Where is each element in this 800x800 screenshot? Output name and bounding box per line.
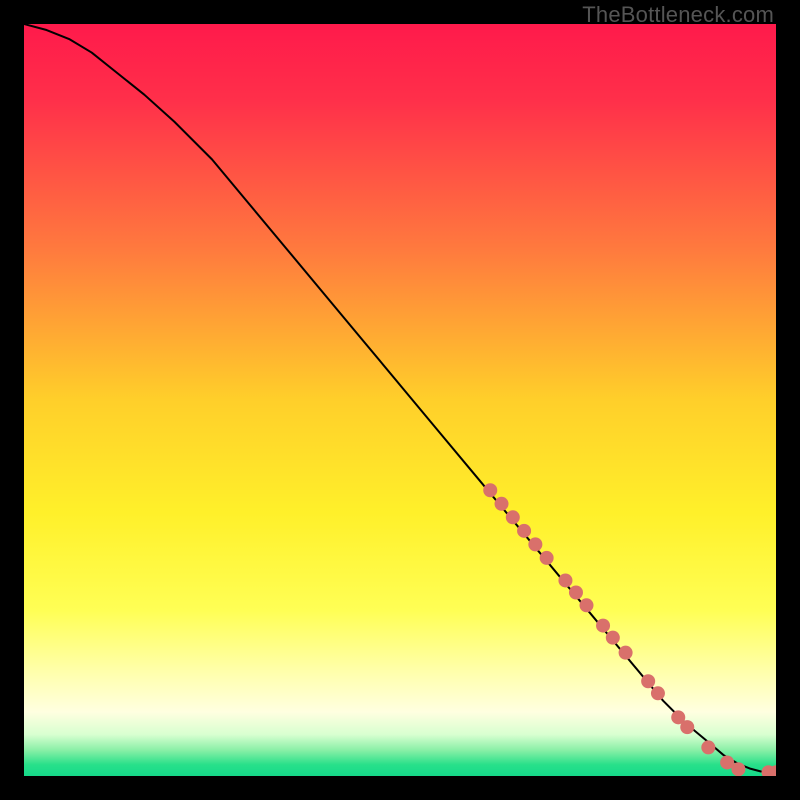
highlight-dot [580, 598, 594, 612]
highlight-dot [731, 762, 745, 776]
highlight-dot [619, 646, 633, 660]
highlight-dot [558, 573, 572, 587]
chart-frame: TheBottleneck.com [0, 0, 800, 800]
highlight-dot [651, 686, 665, 700]
highlight-dot [528, 537, 542, 551]
gradient-background [24, 24, 776, 776]
highlight-dot [641, 674, 655, 688]
highlight-dot [701, 740, 715, 754]
highlight-dot [680, 720, 694, 734]
highlight-dot [506, 510, 520, 524]
highlight-dot [540, 551, 554, 565]
highlight-dot [483, 483, 497, 497]
highlight-dot [495, 497, 509, 511]
highlight-dot [606, 631, 620, 645]
highlight-dot [569, 586, 583, 600]
plot-area [24, 24, 776, 776]
highlight-dot [517, 524, 531, 538]
highlight-dot [596, 619, 610, 633]
chart-svg [24, 24, 776, 776]
